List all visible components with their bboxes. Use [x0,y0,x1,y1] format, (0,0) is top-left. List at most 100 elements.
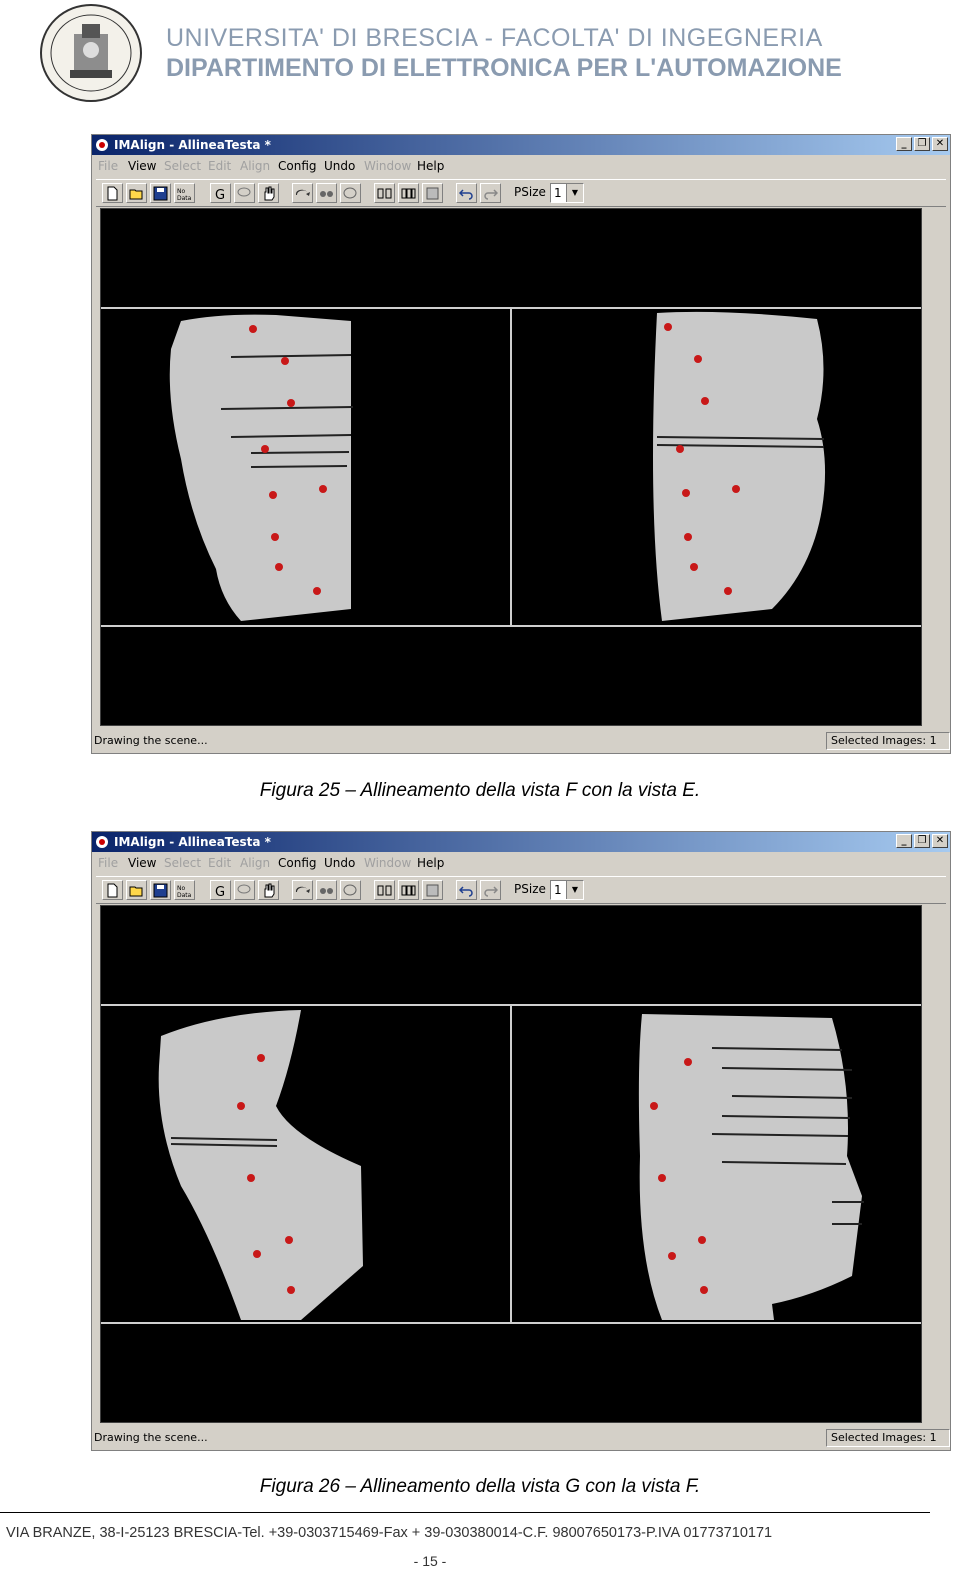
title-bar[interactable]: IMAlign - AllineaTesta * _ ❐ ✕ [92,135,950,155]
menu-help[interactable]: Help [417,852,444,874]
menu-undo[interactable]: Undo [324,155,355,177]
head-icon[interactable] [340,183,361,203]
new-icon[interactable] [102,183,123,203]
status-bar: Drawing the scene... Selected Images: 1 [92,731,950,751]
menu-file[interactable]: File [98,155,118,177]
svg-text:Data: Data [177,195,192,201]
glasses-icon[interactable] [316,880,337,900]
svg-text:No: No [177,885,185,892]
head-scan-left-view [169,314,354,621]
close-button[interactable]: ✕ [932,834,948,848]
no-data-icon[interactable]: No Data [174,183,195,203]
menu-select[interactable]: Select [164,852,201,874]
chevron-down-icon[interactable]: ▼ [566,184,583,202]
menu-config[interactable]: Config [278,155,317,177]
menu-bar: File View Select Edit Align Config Undo … [92,155,950,177]
open-icon[interactable] [126,183,147,203]
glasses-icon[interactable] [316,183,337,203]
no-data-icon[interactable]: No Data [174,880,195,900]
minimize-button[interactable]: _ [896,834,912,848]
selected-images-count: Selected Images: 1 [826,1429,950,1447]
lasso-icon[interactable] [234,183,255,203]
psize-label: PSize [514,882,546,896]
save-icon[interactable] [150,880,171,900]
svg-text:No: No [177,188,185,195]
lasso-icon[interactable] [234,880,255,900]
svg-text:G: G [215,885,225,898]
minimize-button[interactable]: _ [896,137,912,151]
title-bar[interactable]: IMAlign - AllineaTesta * _ ❐ ✕ [92,832,950,852]
toolbar: No Data G PSize 1 ▼ [96,876,946,904]
g-icon[interactable]: G [210,183,231,203]
split-icon[interactable] [374,880,395,900]
menu-view[interactable]: View [128,155,156,177]
menu-help[interactable]: Help [417,155,444,177]
page-header: UNIVERSITA' DI BRESCIA - FACOLTA' DI ING… [0,0,960,110]
status-text: Drawing the scene... [94,1431,208,1444]
department-name: DIPARTIMENTO DI ELETTRONICA PER L'AUTOMA… [166,54,842,82]
hand-icon[interactable] [258,880,279,900]
g-icon[interactable]: G [210,880,231,900]
render-viewport[interactable] [100,208,922,726]
menu-config[interactable]: Config [278,852,317,874]
rotate-icon[interactable] [292,880,313,900]
menu-select[interactable]: Select [164,155,201,177]
menu-window[interactable]: Window [364,852,411,874]
svg-text:Data: Data [177,892,192,898]
split-icon[interactable] [374,183,395,203]
maximize-button[interactable]: ❐ [914,137,930,151]
redo-icon[interactable] [480,880,501,900]
vertical-scrollbar[interactable] [926,208,946,726]
head-icon[interactable] [340,880,361,900]
psize-value: 1 [554,186,562,200]
vertical-scrollbar[interactable] [926,905,946,1423]
render-viewport[interactable] [100,905,922,1423]
open-icon[interactable] [126,880,147,900]
psize-select[interactable]: 1 ▼ [550,880,584,900]
rotate-icon[interactable] [292,183,313,203]
svg-text:G: G [215,188,225,201]
menu-undo[interactable]: Undo [324,852,355,874]
university-name: UNIVERSITA' DI BRESCIA - FACOLTA' DI ING… [166,24,823,52]
window-title: IMAlign - AllineaTesta * [114,835,271,849]
redo-icon[interactable] [480,183,501,203]
psize-label: PSize [514,185,546,199]
new-icon[interactable] [102,880,123,900]
menu-view[interactable]: View [128,852,156,874]
app-icon [96,836,108,848]
grid-icon[interactable] [422,183,443,203]
menu-file[interactable]: File [98,852,118,874]
undo-icon[interactable] [456,880,477,900]
menu-window[interactable]: Window [364,155,411,177]
footer-divider [0,1512,930,1513]
menu-bar: File View Select Edit Align Config Undo … [92,852,950,874]
app-icon [96,139,108,151]
maximize-button[interactable]: ❐ [914,834,930,848]
status-bar: Drawing the scene... Selected Images: 1 [92,1428,950,1448]
split2-icon[interactable] [398,880,419,900]
figure-26-caption: Figura 26 – Allineamento della vista G c… [259,1476,701,1497]
chevron-down-icon[interactable]: ▼ [566,881,583,899]
page-number: - 15 - [413,1553,447,1569]
window-title: IMAlign - AllineaTesta * [114,138,271,152]
menu-align[interactable]: Align [240,852,270,874]
status-text: Drawing the scene... [94,734,208,747]
imalign-window-2: IMAlign - AllineaTesta * _ ❐ ✕ File View… [91,831,951,1451]
close-button[interactable]: ✕ [932,137,948,151]
split2-icon[interactable] [398,183,419,203]
toolbar: No Data G PSize 1 ▼ [96,179,946,207]
head-scan-left-view [158,1010,363,1320]
imalign-window-1: IMAlign - AllineaTesta * _ ❐ ✕ File View… [91,134,951,754]
selected-images-count: Selected Images: 1 [826,732,950,750]
menu-edit[interactable]: Edit [208,155,231,177]
psize-value: 1 [554,883,562,897]
figure-25-caption: Figura 25 – Allineamento della vista F c… [259,780,701,801]
menu-edit[interactable]: Edit [208,852,231,874]
psize-select[interactable]: 1 ▼ [550,183,584,203]
menu-align[interactable]: Align [240,155,270,177]
head-scan-right-view [638,1014,864,1320]
undo-icon[interactable] [456,183,477,203]
grid-icon[interactable] [422,880,443,900]
hand-icon[interactable] [258,183,279,203]
save-icon[interactable] [150,183,171,203]
